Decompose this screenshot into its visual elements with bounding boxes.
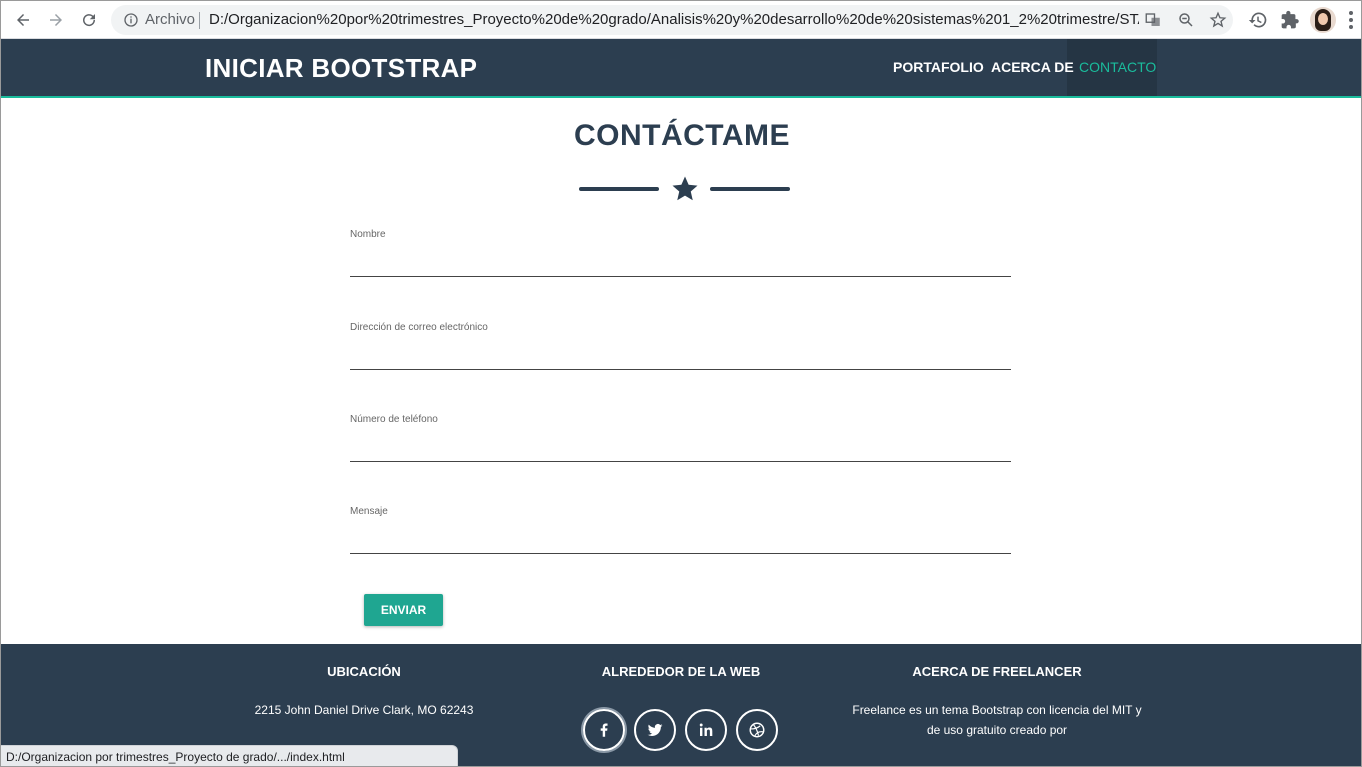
message-label: Mensaje (350, 506, 388, 517)
zoom-icon[interactable] (1177, 11, 1195, 29)
browser-window: Archivo D:/Organizacion%20por%20trimestr… (0, 0, 1362, 767)
linkedin-icon[interactable] (685, 709, 727, 751)
history-icon[interactable] (1248, 10, 1268, 30)
reload-icon[interactable] (77, 8, 101, 32)
origin-label: Archivo (145, 11, 196, 28)
forward-icon[interactable] (44, 8, 68, 32)
site-brand[interactable]: INICIAR BOOTSTRAP (205, 53, 477, 84)
footer-location-text: 2215 John Daniel Drive Clark, MO 62243 (254, 703, 474, 717)
contact-heading: CONTÁCTAME (573, 119, 791, 152)
menu-kebab-icon[interactable] (1349, 11, 1353, 29)
star-icon (672, 176, 698, 201)
phone-label: Número de teléfono (350, 414, 438, 425)
divider-line-left (579, 187, 659, 191)
nav-link-portafolio[interactable]: PORTAFOLIO (893, 59, 984, 75)
message-field: Mensaje (350, 506, 1011, 554)
address-bar[interactable]: Archivo D:/Organizacion%20por%20trimestr… (111, 5, 1233, 35)
email-input[interactable] (350, 338, 1011, 368)
footer-about-title: ACERCA DE FREELANCER (912, 664, 1082, 679)
email-label: Dirección de correo electrónico (350, 322, 488, 333)
facebook-icon[interactable] (583, 709, 625, 751)
message-input[interactable] (350, 522, 1011, 552)
email-field: Dirección de correo electrónico (350, 322, 1011, 370)
dribbble-icon[interactable] (736, 709, 778, 751)
phone-input[interactable] (350, 430, 1011, 460)
omnibox-separator (199, 12, 200, 29)
footer-location-title: UBICACIÓN (327, 664, 401, 679)
name-input[interactable] (350, 245, 1011, 275)
browser-toolbar: Archivo D:/Organizacion%20por%20trimestr… (1, 1, 1361, 39)
extensions-icon[interactable] (1280, 10, 1300, 30)
phone-field: Número de teléfono (350, 414, 1011, 462)
nav-link-acerca-de[interactable]: ACERCA DE (991, 59, 1074, 75)
nav-link-contacto[interactable]: CONTACTO (1079, 59, 1156, 75)
footer-web-title: ALREDEDOR DE LA WEB (601, 664, 761, 679)
divider-line-right (710, 187, 790, 191)
footer-about-text-1: Freelance es un tema Bootstrap con licen… (852, 703, 1142, 717)
translate-icon[interactable] (1144, 11, 1162, 29)
url-text[interactable]: D:/Organizacion%20por%20trimestres_Proye… (209, 11, 1139, 28)
twitter-icon[interactable] (634, 709, 676, 751)
back-icon[interactable] (11, 8, 35, 32)
profile-avatar[interactable] (1310, 7, 1336, 33)
site-navbar: INICIAR BOOTSTRAP PORTAFOLIO ACERCA DE C… (1, 39, 1361, 98)
info-icon[interactable] (123, 12, 139, 28)
name-label: Nombre (350, 229, 386, 240)
bookmark-star-icon[interactable] (1209, 11, 1227, 29)
send-button[interactable]: ENVIAR (364, 594, 443, 626)
name-field: Nombre (350, 229, 1011, 277)
footer-about-text-2: de uso gratuito creado por (926, 723, 1068, 737)
status-bar-url: D:/Organizacion por trimestres_Proyecto … (1, 745, 458, 766)
